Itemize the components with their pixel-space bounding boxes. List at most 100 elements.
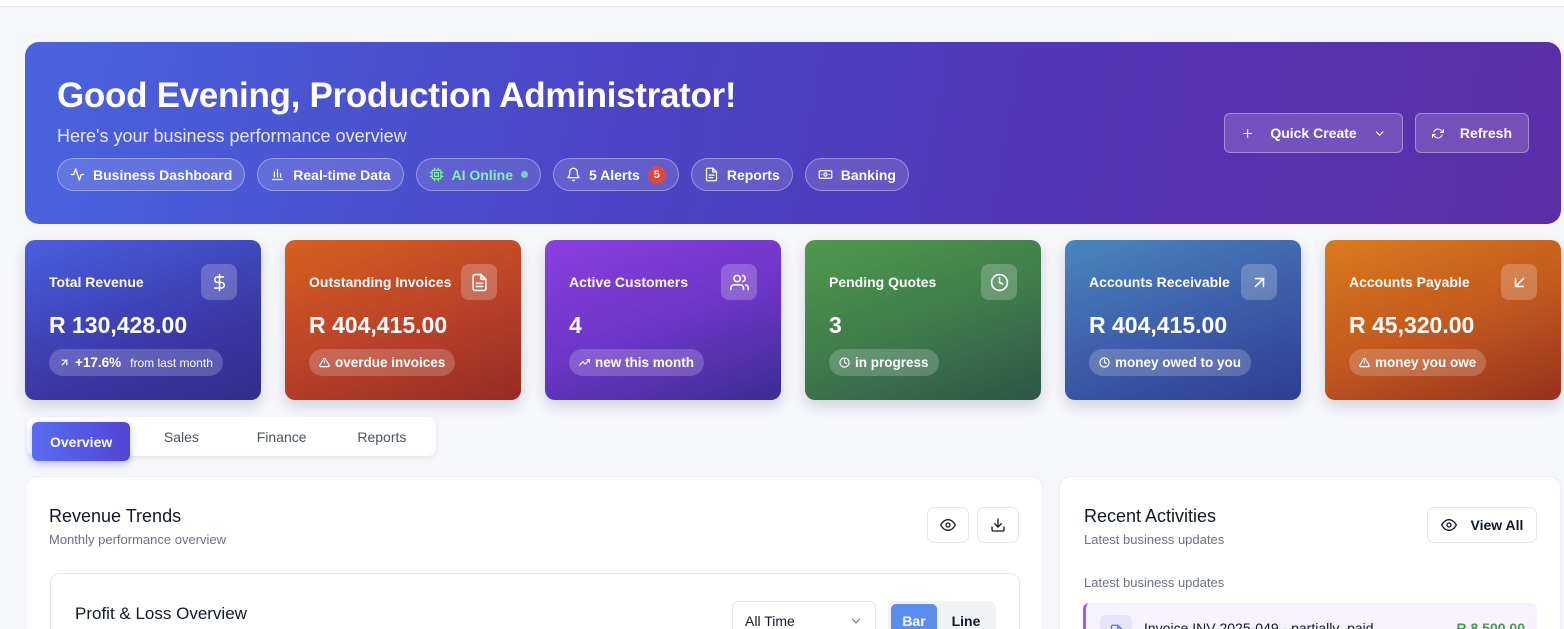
dashboard-tabs: Overview Sales Finance Reports: [27, 417, 436, 461]
kpi-value: R 45,320.00: [1349, 312, 1475, 338]
dollar-icon: [213, 273, 225, 291]
chip-banking[interactable]: Banking: [804, 158, 909, 191]
kpi-active-customers[interactable]: Active Customers 4 new this month: [545, 240, 781, 400]
kpi-trend-pill: +17.6% from last month: [49, 349, 223, 376]
kpi-pending-quotes[interactable]: Pending Quotes 3 in progress: [805, 240, 1041, 400]
chip-label: Banking: [840, 166, 896, 183]
chip-alerts[interactable]: 5 Alerts 5: [552, 158, 679, 191]
tab-sales[interactable]: Sales: [132, 417, 230, 456]
kpi-trend-value: +17.6%: [75, 355, 122, 370]
revenue-trends-panel: Revenue Trends Monthly performance overv…: [25, 476, 1043, 629]
plus-icon: [1243, 128, 1253, 138]
chip-ai-online[interactable]: AI Online: [415, 158, 541, 191]
pl-title: Profit & Loss Overview: [75, 604, 247, 623]
eye-icon: [1440, 518, 1457, 532]
kpi-status-text: in progress: [855, 355, 929, 370]
kpi-icon-box: [1241, 264, 1277, 300]
refresh-icon: [1432, 128, 1444, 138]
activity-text: Invoice INV-2025-049 - partially_paid: [1144, 620, 1374, 629]
kpi-status-pill: in progress: [829, 349, 939, 376]
panel-subtitle: Monthly performance overview: [49, 532, 227, 547]
kpi-trend-suffix: from last month: [130, 355, 213, 370]
warning-icon: [319, 357, 330, 368]
chip-reports[interactable]: Reports: [690, 158, 793, 191]
activity-icon: [70, 168, 85, 181]
tab-overview[interactable]: Overview: [32, 422, 131, 461]
toggle-bar[interactable]: Bar: [891, 604, 937, 629]
view-all-button[interactable]: View All: [1427, 507, 1537, 543]
download-icon: [991, 518, 1005, 532]
refresh-label: Refresh: [1459, 125, 1512, 141]
recent-activities-panel: Recent Activities Latest business update…: [1059, 476, 1561, 629]
view-button[interactable]: [927, 507, 969, 543]
tab-reports[interactable]: Reports: [333, 417, 431, 456]
download-button[interactable]: [977, 507, 1019, 543]
quick-create-label: Quick Create: [1270, 125, 1357, 141]
kpi-icon-box: [981, 264, 1017, 300]
panel-subtitle: Latest business updates: [1084, 532, 1225, 547]
kpi-label: Accounts Receivable: [1089, 274, 1230, 290]
bell-icon: [567, 167, 580, 182]
eye-icon: [940, 518, 956, 532]
panel-title: Recent Activities: [1084, 506, 1217, 526]
alert-count-badge: 5: [647, 165, 666, 184]
kpi-icon-box: [201, 264, 237, 300]
kpi-status-pill: overdue invoices: [309, 349, 456, 376]
period-value: All Time: [745, 613, 795, 629]
top-bar: [0, 0, 1564, 7]
chip-label: Reports: [726, 166, 780, 183]
kpi-status-text: money you owe: [1375, 355, 1477, 370]
greeting-title: Good Evening, Production Administrator!: [57, 76, 737, 115]
kpi-value: R 404,415.00: [309, 312, 448, 338]
period-select[interactable]: All Time: [732, 601, 876, 629]
kpi-status-pill: new this month: [569, 349, 704, 376]
kpi-icon-box: [461, 264, 497, 300]
activity-icon-box: [1100, 615, 1132, 629]
banknote-icon: [818, 170, 833, 179]
kpi-total-revenue[interactable]: Total Revenue R 130,428.00 +17.6% from l…: [25, 240, 261, 400]
tab-finance[interactable]: Finance: [233, 417, 331, 456]
chip-label: 5 Alerts: [588, 166, 640, 183]
kpi-value: R 130,428.00: [49, 312, 188, 338]
quick-create-button[interactable]: Quick Create: [1224, 113, 1403, 153]
kpi-status-text: new this month: [595, 355, 694, 370]
activity-amount: R 8 500.00: [1456, 620, 1526, 629]
kpi-status-pill: money you owe: [1349, 349, 1487, 376]
chevron-down-icon: [851, 618, 861, 624]
file-icon: [705, 167, 717, 182]
kpi-label: Total Revenue: [49, 274, 144, 290]
kpi-label: Pending Quotes: [829, 274, 937, 290]
kpi-outstanding-invoices[interactable]: Outstanding Invoices R 404,415.00 overdu…: [285, 240, 521, 400]
clock-icon: [1099, 357, 1110, 368]
file-icon: [1110, 624, 1122, 629]
toggle-line[interactable]: Line: [943, 604, 989, 629]
arrow-up-right-icon: [1254, 277, 1264, 287]
bar-chart-icon: [272, 168, 284, 181]
profit-loss-card: Profit & Loss Overview All Time Bar Line: [50, 573, 1020, 629]
status-chips: Business Dashboard Real-time Data AI Onl…: [57, 158, 909, 191]
kpi-accounts-payable[interactable]: Accounts Payable R 45,320.00 money you o…: [1325, 240, 1561, 400]
kpi-status-pill: money owed to you: [1089, 349, 1252, 376]
cpu-icon: [429, 167, 443, 182]
kpi-value: 3: [829, 312, 842, 338]
kpi-accounts-receivable[interactable]: Accounts Receivable R 404,415.00 money o…: [1065, 240, 1301, 400]
kpi-label: Outstanding Invoices: [309, 274, 452, 290]
kpi-icon-box: [1501, 264, 1537, 300]
chip-business-dashboard[interactable]: Business Dashboard: [57, 158, 246, 191]
chip-label: Business Dashboard: [93, 166, 233, 183]
greeting-subtitle: Here's your business performance overvie…: [57, 126, 407, 146]
warning-icon: [1359, 357, 1370, 368]
kpi-status-text: overdue invoices: [335, 355, 446, 370]
clock-icon: [839, 357, 850, 368]
chart-type-toggle: Bar Line: [888, 601, 996, 629]
activity-item[interactable]: Invoice INV-2025-049 - partially_paid R …: [1083, 603, 1537, 629]
chevron-down-icon: [1375, 130, 1384, 136]
chip-label: Real-time Data: [293, 166, 391, 183]
kpi-label: Accounts Payable: [1349, 274, 1470, 290]
clock-icon: [990, 273, 1008, 291]
chip-realtime-data[interactable]: Real-time Data: [257, 158, 404, 191]
arrow-up-right-icon: [61, 359, 68, 366]
kpi-value: R 404,415.00: [1089, 312, 1228, 338]
refresh-button[interactable]: Refresh: [1415, 113, 1529, 153]
chip-label: AI Online: [451, 166, 513, 183]
